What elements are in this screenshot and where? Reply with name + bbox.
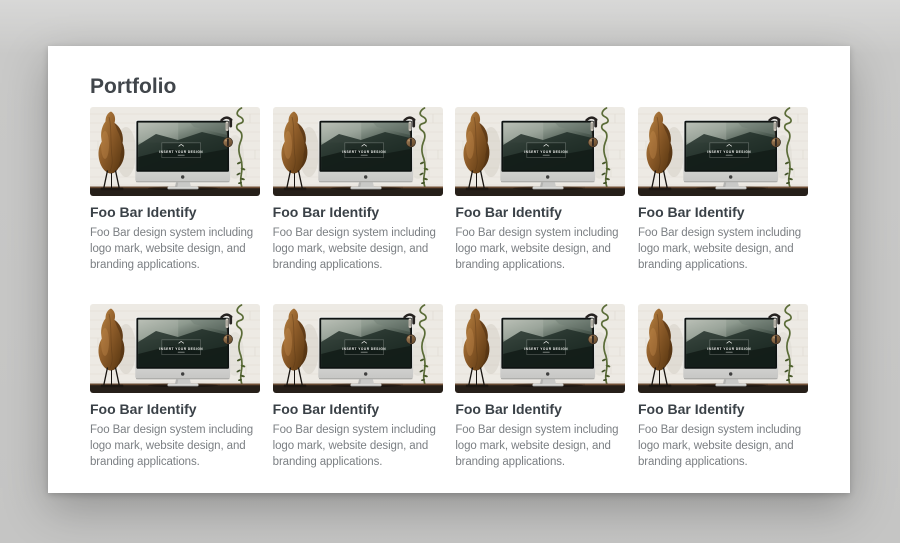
portfolio-thumbnail[interactable] — [455, 107, 625, 196]
portfolio-thumbnail[interactable] — [273, 304, 443, 393]
portfolio-grid: Foo Bar Identify Foo Bar design system i… — [90, 107, 808, 470]
portfolio-thumbnail[interactable] — [90, 107, 260, 196]
portfolio-thumbnail[interactable] — [638, 304, 808, 393]
page-title: Portfolio — [90, 74, 808, 99]
card-description: Foo Bar design system including logo mar… — [273, 422, 443, 470]
imac-mockup-image — [273, 107, 443, 196]
imac-mockup-image — [273, 304, 443, 393]
portfolio-card[interactable]: Foo Bar Identify Foo Bar design system i… — [273, 107, 443, 273]
portfolio-thumbnail[interactable] — [90, 304, 260, 393]
portfolio-card[interactable]: Foo Bar Identify Foo Bar design system i… — [273, 304, 443, 470]
card-title: Foo Bar Identify — [90, 204, 260, 221]
card-description: Foo Bar design system including logo mar… — [90, 225, 260, 273]
imac-mockup-image — [638, 304, 808, 393]
card-description: Foo Bar design system including logo mar… — [638, 422, 808, 470]
card-title: Foo Bar Identify — [273, 204, 443, 221]
imac-mockup-image — [455, 107, 625, 196]
portfolio-card[interactable]: Foo Bar Identify Foo Bar design system i… — [455, 304, 625, 470]
portfolio-card[interactable]: Foo Bar Identify Foo Bar design system i… — [90, 107, 260, 273]
card-description: Foo Bar design system including logo mar… — [90, 422, 260, 470]
content-panel: Portfolio Foo Bar Identify Foo Bar desig… — [48, 46, 850, 493]
imac-mockup-image — [455, 304, 625, 393]
card-description: Foo Bar design system including logo mar… — [638, 225, 808, 273]
portfolio-card[interactable]: Foo Bar Identify Foo Bar design system i… — [638, 107, 808, 273]
portfolio-thumbnail[interactable] — [455, 304, 625, 393]
card-title: Foo Bar Identify — [638, 401, 808, 418]
portfolio-card[interactable]: Foo Bar Identify Foo Bar design system i… — [455, 107, 625, 273]
card-title: Foo Bar Identify — [455, 204, 625, 221]
portfolio-card[interactable]: Foo Bar Identify Foo Bar design system i… — [90, 304, 260, 470]
card-description: Foo Bar design system including logo mar… — [455, 422, 625, 470]
card-description: Foo Bar design system including logo mar… — [273, 225, 443, 273]
card-title: Foo Bar Identify — [90, 401, 260, 418]
portfolio-thumbnail[interactable] — [273, 107, 443, 196]
imac-mockup-image — [90, 107, 260, 196]
card-title: Foo Bar Identify — [638, 204, 808, 221]
imac-mockup-image — [638, 107, 808, 196]
imac-mockup-image — [90, 304, 260, 393]
portfolio-thumbnail[interactable] — [638, 107, 808, 196]
card-title: Foo Bar Identify — [273, 401, 443, 418]
portfolio-card[interactable]: Foo Bar Identify Foo Bar design system i… — [638, 304, 808, 470]
card-title: Foo Bar Identify — [455, 401, 625, 418]
card-description: Foo Bar design system including logo mar… — [455, 225, 625, 273]
